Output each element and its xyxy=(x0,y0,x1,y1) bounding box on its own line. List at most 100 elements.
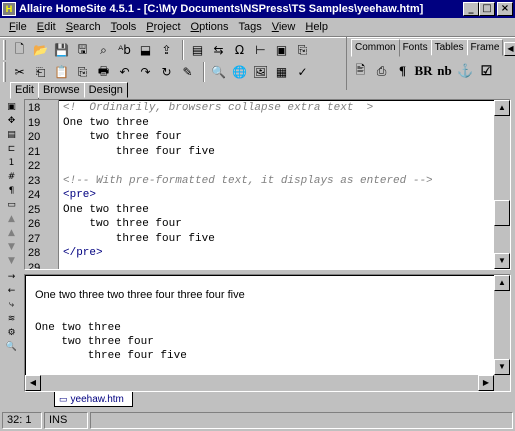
line-number: 21 xyxy=(28,146,41,158)
new-document-icon[interactable]: 🗋 xyxy=(10,41,29,60)
preview-scroll-down-icon[interactable]: ▼ xyxy=(494,359,510,375)
code-line: <! Ordinarily, browsers collapse extra t… xyxy=(63,102,374,114)
indent-icon[interactable]: → xyxy=(4,270,19,284)
insert-mode: INS xyxy=(44,412,88,429)
move-up-icon[interactable]: ▲ xyxy=(4,212,19,226)
scroll-down-icon[interactable]: ▼ xyxy=(494,253,510,269)
menu-view[interactable]: View xyxy=(267,21,301,33)
quickbar-tab-tables[interactable]: Tables xyxy=(430,39,468,56)
undo-icon[interactable]: ↶ xyxy=(115,63,134,82)
preview-vertical-scrollbar[interactable]: ▲ ▼ xyxy=(494,275,510,375)
line-numbers-icon[interactable]: 1 xyxy=(4,156,19,170)
comment-icon[interactable]: ⤷ xyxy=(4,298,19,312)
tab-browse[interactable]: Browse xyxy=(37,82,85,98)
menu-help[interactable]: Help xyxy=(300,21,333,33)
minimize-button[interactable]: _ xyxy=(463,2,479,16)
quick-start-icon[interactable]: 🖹 xyxy=(351,62,370,81)
code-editor[interactable]: 18 19 20 21 22 23 24 25 26 27 28 29 <! O… xyxy=(24,99,511,270)
browser-preview-icon[interactable]: ▣ xyxy=(272,41,291,60)
rendered-preformatted: One two three two three four three four … xyxy=(35,322,187,362)
results-toggle-icon[interactable]: ▤ xyxy=(4,128,19,142)
menu-project[interactable]: Project xyxy=(141,21,185,33)
save-all-icon[interactable]: 🖫 xyxy=(73,41,92,60)
anchor-button[interactable]: ⚓ xyxy=(456,62,475,81)
tag-insight-icon[interactable]: ✎ xyxy=(178,63,197,82)
code-line: three four five xyxy=(63,233,215,245)
preview-scroll-up-icon[interactable]: ▲ xyxy=(494,275,510,291)
toolbar-grip-2[interactable] xyxy=(3,62,6,82)
refresh-icon[interactable]: ↻ xyxy=(157,63,176,82)
open-folder-icon[interactable]: 📂 xyxy=(31,41,50,60)
copy-icon[interactable]: ⎗ xyxy=(31,63,50,82)
tools-icon[interactable]: ⚙ xyxy=(4,326,19,340)
image-icon[interactable]: 🖼 xyxy=(251,63,270,82)
preview-icon[interactable]: ▭ xyxy=(4,198,19,212)
preview-scroll-right-icon[interactable]: ▶ xyxy=(478,375,494,391)
scroll-up-icon[interactable]: ▲ xyxy=(494,100,510,116)
special-chars-icon[interactable]: Ω xyxy=(230,41,249,60)
code-text[interactable]: <! Ordinarily, browsers collapse extra t… xyxy=(63,100,494,269)
move-down-icon[interactable]: ▼ xyxy=(4,240,19,254)
title-bar: H Allaire HomeSite 4.5.1 - [C:\My Docume… xyxy=(0,0,515,18)
nbsp-button[interactable]: nb xyxy=(435,62,454,81)
menu-tools[interactable]: Tools xyxy=(106,21,142,33)
open-remote-icon[interactable]: ⬓ xyxy=(136,41,155,60)
move-down-2-icon[interactable]: ▼ xyxy=(4,254,19,268)
print-icon[interactable]: 🖶 xyxy=(94,63,113,82)
paragraph-button[interactable]: ¶ xyxy=(393,62,412,81)
homesite-app-icon[interactable]: H xyxy=(2,2,16,16)
code-line: three four five xyxy=(63,146,215,158)
editor-vertical-scrollbar[interactable]: ▲ ▼ xyxy=(494,100,510,269)
hash-icon[interactable]: # xyxy=(4,170,19,184)
quickbar-tab-frames[interactable]: Frame xyxy=(466,39,504,56)
code-line: </pre> xyxy=(63,247,103,259)
close-button[interactable]: × xyxy=(497,2,513,16)
format-icon[interactable]: ≋ xyxy=(4,312,19,326)
gutter-icon[interactable]: ⊏ xyxy=(4,142,19,156)
preview-horizontal-scrollbar[interactable]: ◀ ▶ xyxy=(25,375,510,391)
quickbar-tab-fonts[interactable]: Fonts xyxy=(398,39,432,56)
redo-icon[interactable]: ↷ xyxy=(136,63,155,82)
replace-icon[interactable]: ᴬb xyxy=(115,41,134,60)
tab-edit[interactable]: Edit xyxy=(10,82,39,99)
ruler-icon[interactable]: ⊢ xyxy=(251,41,270,60)
tag-inspector-icon[interactable]: ✥ xyxy=(4,114,19,128)
status-message xyxy=(90,412,513,429)
cut-icon[interactable]: ✂ xyxy=(10,63,29,82)
editor-scroll-thumb[interactable] xyxy=(494,200,510,226)
validate-icon[interactable]: ⎘ xyxy=(293,41,312,60)
line-break-button[interactable]: BR xyxy=(414,62,433,81)
resource-toggle-icon[interactable]: ▣ xyxy=(4,100,19,114)
browser-preview-pane[interactable]: One two three two three four three four … xyxy=(24,274,511,392)
maximize-button[interactable]: □ xyxy=(479,2,495,16)
preview-scroll-left-icon[interactable]: ◀ xyxy=(25,375,41,391)
globe-icon[interactable]: 🌐 xyxy=(230,63,249,82)
menu-edit[interactable]: Edit xyxy=(32,21,61,33)
table-icon[interactable]: ▦ xyxy=(272,63,291,82)
move-up-2-icon[interactable]: ▲ xyxy=(4,226,19,240)
find-icon[interactable]: ⌕ xyxy=(94,41,113,60)
window-title: Allaire HomeSite 4.5.1 - [C:\My Document… xyxy=(19,3,424,15)
document-tab[interactable]: ▭ yeehaw.htm xyxy=(54,392,133,407)
zoom-icon[interactable]: 🔍 xyxy=(209,63,228,82)
menu-options[interactable]: Options xyxy=(186,21,234,33)
word-wrap-icon[interactable]: ¶ xyxy=(4,184,19,198)
sidebar-zoom-icon[interactable]: 🔍 xyxy=(4,340,19,354)
upload-icon[interactable]: ⇪ xyxy=(157,41,176,60)
quickbar-tab-common[interactable]: Common xyxy=(351,39,400,57)
toolbar-grip[interactable] xyxy=(3,40,6,60)
resource-tab-icon[interactable]: ▤ xyxy=(188,41,207,60)
quick-anchor-icon[interactable]: ⎙ xyxy=(372,62,391,81)
paste-special-icon[interactable]: ⎘ xyxy=(73,63,92,82)
edit-browse-toggle-icon[interactable]: ⇆ xyxy=(209,41,228,60)
menu-file[interactable]: File xyxy=(4,21,32,33)
quickbar-scroll-left-icon[interactable]: ◀ xyxy=(504,42,515,56)
spell-check-icon[interactable]: ✓ xyxy=(293,63,312,82)
paste-icon[interactable]: 📋 xyxy=(52,63,71,82)
menu-search[interactable]: Search xyxy=(61,21,106,33)
menu-tags[interactable]: Tags xyxy=(233,21,266,33)
outdent-icon[interactable]: ← xyxy=(4,284,19,298)
tab-design[interactable]: Design xyxy=(83,82,128,98)
checkbox-button[interactable]: ☑ xyxy=(477,62,496,81)
save-icon[interactable]: 💾 xyxy=(52,41,71,60)
